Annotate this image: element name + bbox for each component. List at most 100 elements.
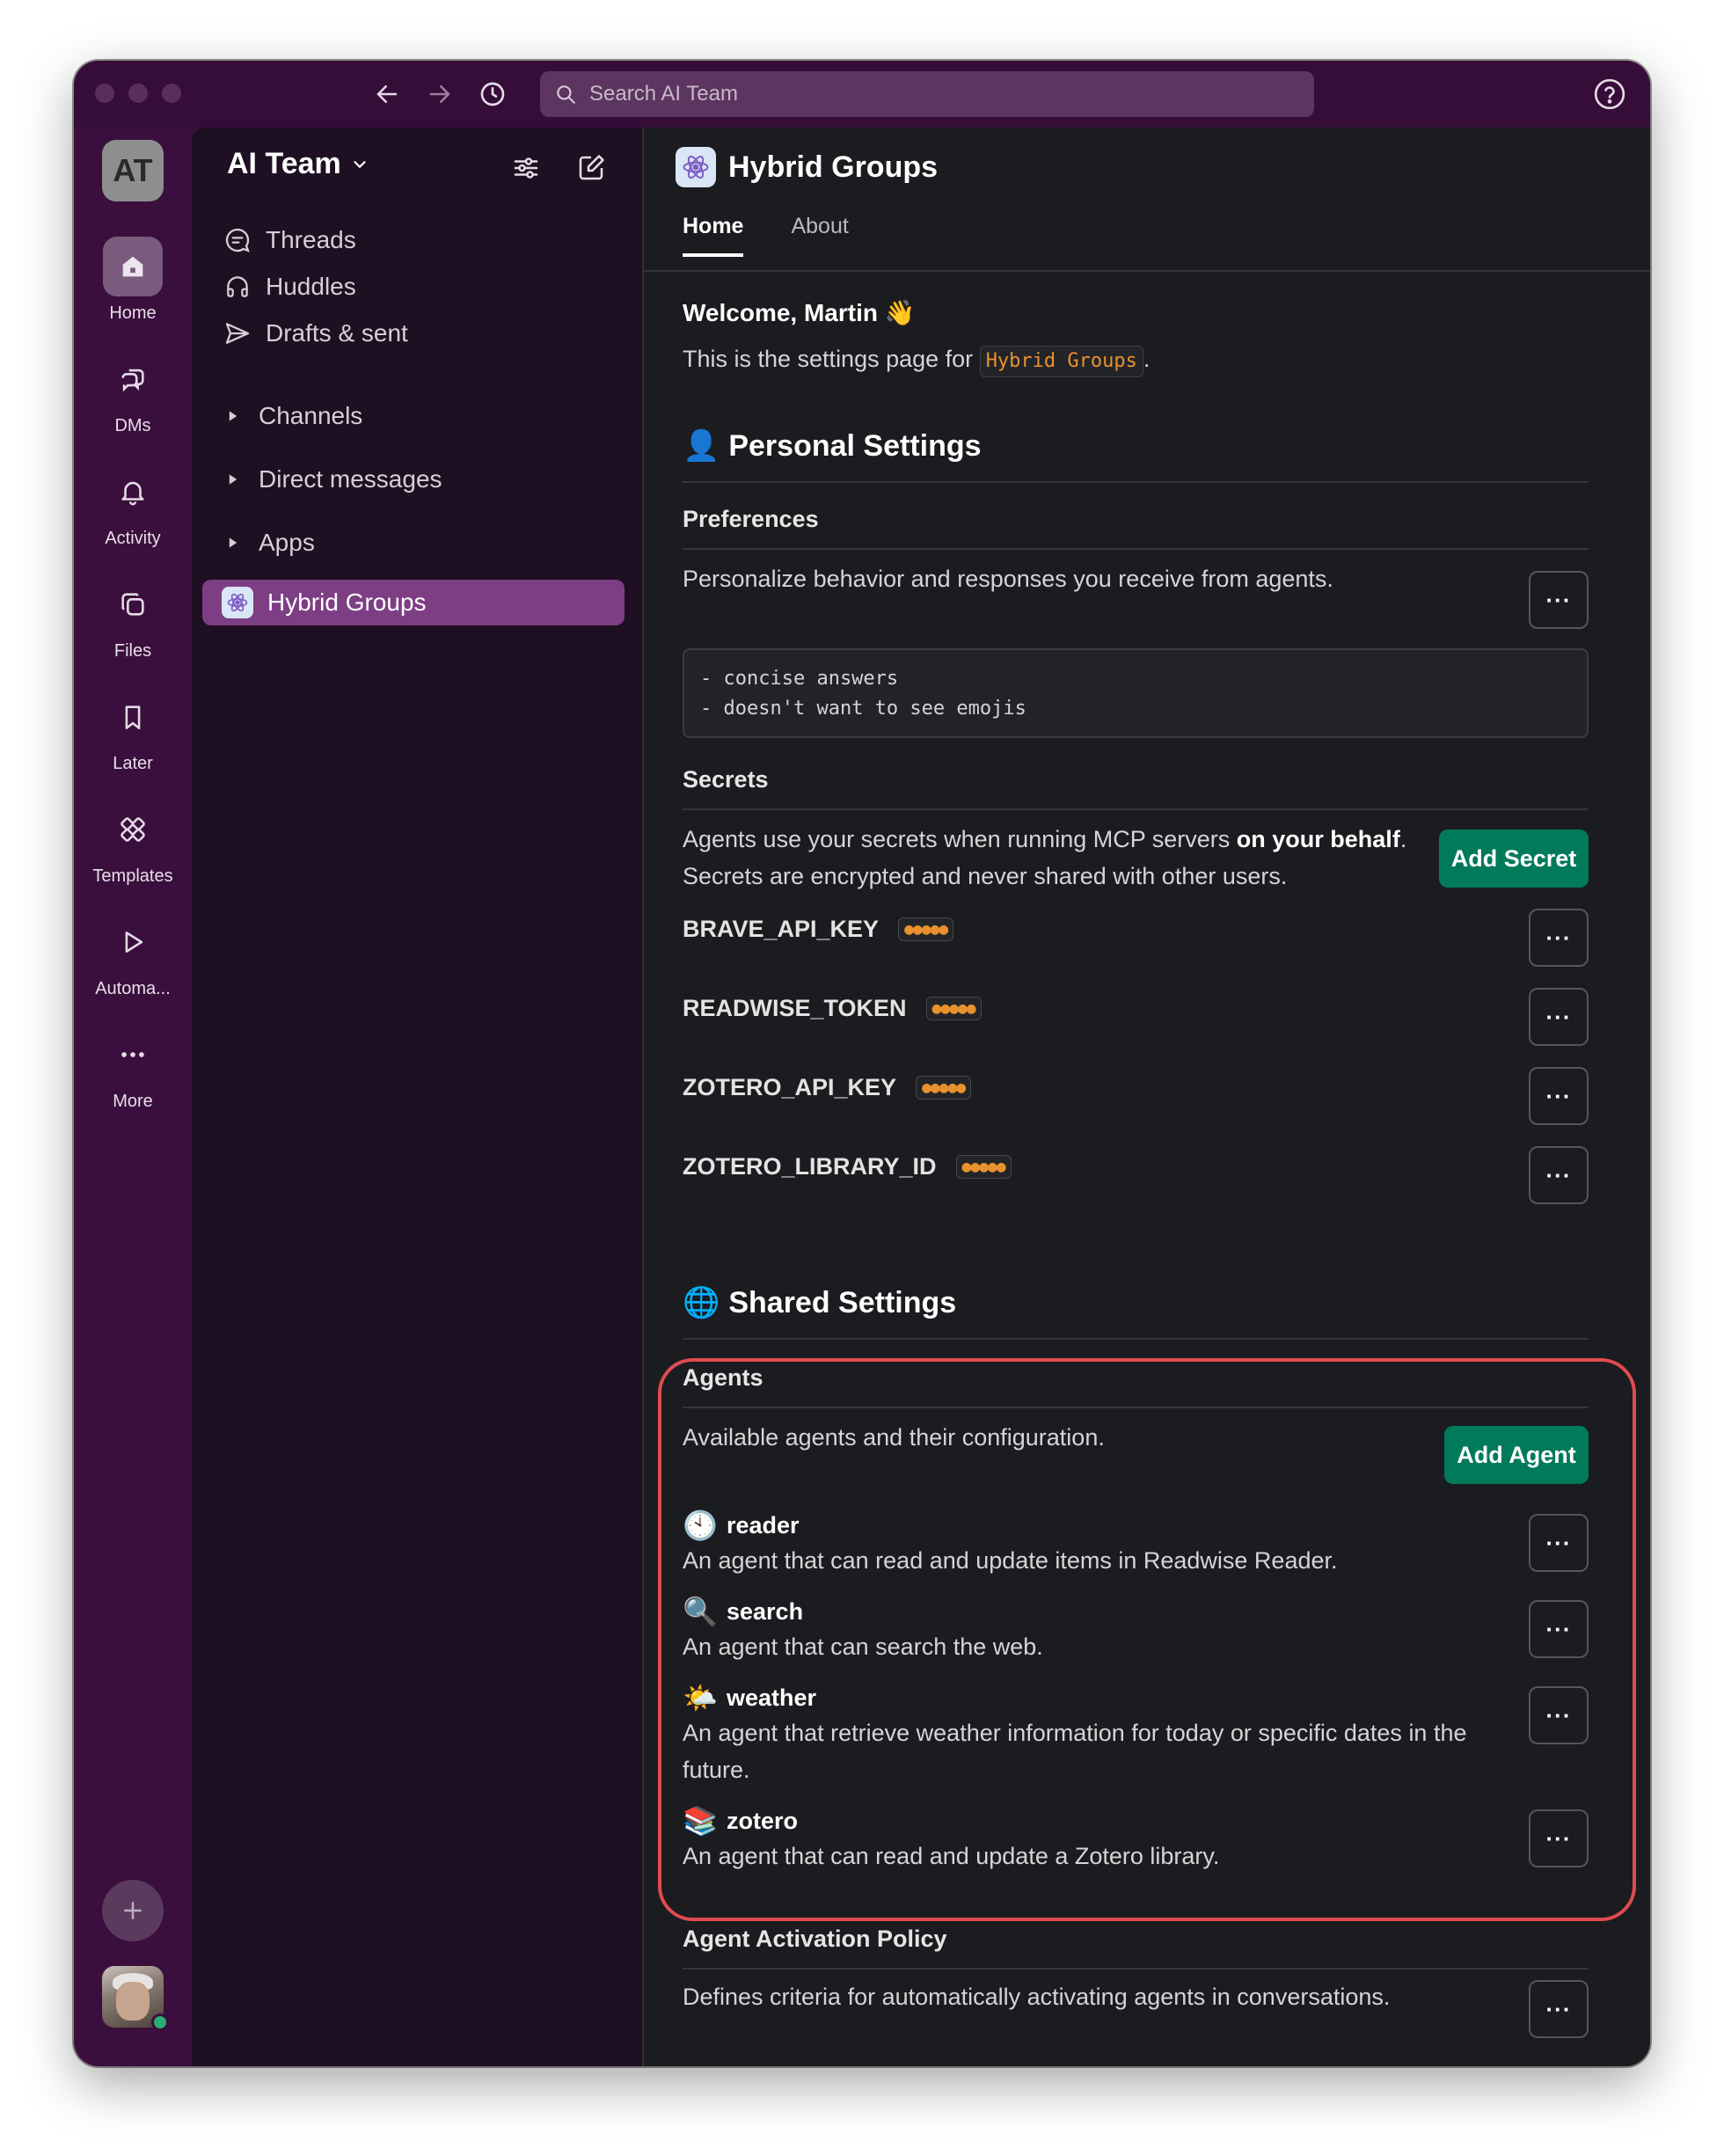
secret-name: BRAVE_API_KEY [683, 916, 880, 942]
play-icon [103, 912, 163, 972]
caret-right-icon [229, 537, 237, 548]
caret-right-icon [229, 411, 237, 421]
secrets-desc-part: . [1399, 826, 1407, 852]
history-button[interactable] [475, 77, 510, 112]
welcome-heading: Welcome, Martin 👋 [683, 298, 916, 327]
secrets-description: Agents use your secrets when running MCP… [683, 821, 1439, 895]
workspace-name: AI Team [227, 147, 341, 180]
plus-icon [124, 1902, 142, 1919]
secret-more-button[interactable]: ··· [1529, 988, 1589, 1046]
sidebar-item-label: Hybrid Groups [267, 588, 427, 616]
sidebar-item-drafts[interactable]: Drafts & sent [223, 319, 408, 347]
compose-icon [579, 155, 604, 180]
sidebar-section-label: Channels [259, 402, 363, 429]
divider [683, 481, 1589, 483]
sliders-icon [514, 157, 538, 179]
dms-icon [103, 349, 163, 409]
rail-item-home[interactable]: Home [74, 237, 192, 324]
atom-icon [676, 147, 716, 187]
app-header: Hybrid Groups [676, 147, 938, 187]
zoom-window-button[interactable] [162, 84, 181, 103]
secrets-desc-line2: Secrets are encrypted and never shared w… [683, 863, 1288, 889]
back-button[interactable] [369, 77, 405, 112]
arrow-right-icon [429, 85, 450, 103]
chevron-down-icon [354, 160, 366, 168]
secret-name: ZOTERO_API_KEY [683, 1074, 897, 1100]
send-icon [225, 323, 250, 344]
home-icon [103, 237, 163, 296]
divider [683, 1338, 1589, 1340]
workspace-switcher[interactable]: AT [102, 140, 164, 201]
app-name-code: Hybrid Groups [979, 346, 1143, 377]
sidebar-section-channels[interactable]: Channels [227, 402, 362, 430]
secret-more-button[interactable]: ··· [1529, 1067, 1589, 1125]
secret-row: READWISE_TOKEN ●●●●● [683, 995, 982, 1022]
rail-label: Home [109, 303, 157, 323]
intro-prefix: This is the settings page for [683, 346, 974, 372]
sidebar-item-label: Drafts & sent [266, 319, 408, 347]
rail-item-files[interactable]: Files [74, 574, 192, 661]
sidebar-item-label: Threads [266, 226, 356, 253]
tab-about[interactable]: About [791, 214, 848, 257]
waving-hand-icon: 👋 [884, 299, 916, 326]
secrets-desc-part: Agents use your secrets when running MCP… [683, 826, 1237, 852]
policy-more-button[interactable]: ··· [1529, 1980, 1589, 2038]
workspace-menu[interactable]: AI Team [227, 147, 369, 181]
sidebar-section-label: Direct messages [259, 465, 442, 493]
arrow-left-icon [376, 85, 398, 103]
sidebar-item-threads[interactable]: Threads [223, 226, 356, 254]
clock-icon [480, 82, 505, 106]
filter-button[interactable] [507, 149, 545, 187]
compose-button[interactable] [572, 149, 610, 187]
sidebar-item-huddles[interactable]: Huddles [223, 273, 356, 301]
rail-label: Activity [105, 529, 161, 548]
channel-sidebar: AI Team Threads Huddles Drafts & sent Ch… [192, 128, 644, 2066]
rail-label: Later [113, 754, 153, 773]
tabs-divider [644, 270, 1650, 272]
preferences-description: Personalize behavior and responses you r… [683, 566, 1333, 592]
tab-home[interactable]: Home [683, 214, 744, 257]
rail-item-activity[interactable]: Activity [74, 462, 192, 549]
secret-more-button[interactable]: ··· [1529, 1146, 1589, 1204]
search-icon [557, 85, 575, 104]
preferences-code-block: - concise answers - doesn't want to see … [683, 648, 1589, 738]
intro-suffix: . [1143, 346, 1151, 372]
rail-item-more[interactable]: More [74, 1025, 192, 1112]
search-bar[interactable]: Search AI Team [540, 71, 1314, 117]
files-icon [103, 574, 163, 634]
sidebar-section-direct-messages[interactable]: Direct messages [227, 465, 442, 493]
sidebar-item-hybrid-groups[interactable]: Hybrid Groups [202, 580, 625, 625]
rail-item-later[interactable]: Later [74, 687, 192, 774]
secret-more-button[interactable]: ··· [1529, 909, 1589, 967]
help-button[interactable] [1592, 77, 1627, 112]
secret-masked-value: ●●●●● [898, 917, 954, 941]
bell-icon [103, 462, 163, 522]
tab-bar: Home About [683, 214, 849, 257]
secrets-heading: Secrets [683, 766, 769, 793]
avatar-face [116, 1982, 150, 2021]
sidebar-item-label: Huddles [266, 273, 356, 300]
templates-icon [103, 800, 163, 859]
minimize-window-button[interactable] [128, 84, 148, 103]
caret-right-icon [229, 474, 237, 485]
title-bar: Search AI Team [74, 61, 1650, 128]
search-placeholder: Search AI Team [589, 82, 738, 106]
close-window-button[interactable] [95, 84, 114, 103]
shared-settings-heading: 🌐 Shared Settings [683, 1285, 956, 1320]
secrets-desc-bold: on your behalf [1236, 826, 1400, 852]
rail-item-templates[interactable]: Templates [74, 800, 192, 887]
rail-item-automations[interactable]: Automa... [74, 912, 192, 999]
add-secret-button[interactable]: Add Secret [1439, 830, 1589, 888]
policy-heading: Agent Activation Policy [683, 1926, 947, 1952]
sidebar-section-apps[interactable]: Apps [227, 529, 315, 557]
secret-name: ZOTERO_LIBRARY_ID [683, 1153, 937, 1180]
add-button[interactable] [102, 1880, 164, 1941]
preferences-more-button[interactable]: ··· [1529, 571, 1589, 629]
section-title: Personal Settings [728, 428, 982, 463]
rail-label: Files [113, 641, 152, 661]
secret-row: ZOTERO_API_KEY ●●●●● [683, 1074, 972, 1101]
rail-item-dms[interactable]: DMs [74, 349, 192, 436]
forward-button[interactable] [422, 77, 457, 112]
rail-label: Templates [92, 866, 173, 886]
intro-text: This is the settings page for Hybrid Gro… [683, 340, 1150, 377]
